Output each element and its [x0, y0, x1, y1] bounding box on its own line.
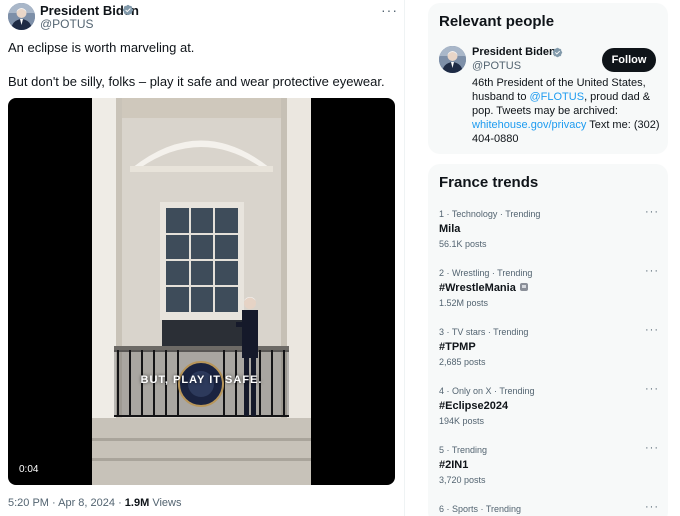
trend-posts: 2,685 posts: [439, 357, 486, 367]
more-icon[interactable]: ···: [645, 206, 659, 218]
person-name[interactable]: President Biden: [472, 46, 556, 58]
follow-button[interactable]: Follow: [602, 48, 656, 72]
tweet: President Biden @POTUS ··· An eclipse is…: [0, 0, 405, 516]
trend-name: #TPMP: [439, 341, 476, 353]
tweet-views-count: 1.9M: [124, 497, 150, 509]
relevant-people-title: Relevant people: [439, 13, 555, 30]
trend-name: Mila: [439, 223, 461, 235]
more-icon[interactable]: ···: [645, 442, 659, 454]
trend-posts: 56.1K posts: [439, 239, 487, 249]
trend-context: 4 · Only on X · Trending: [439, 386, 535, 396]
video-frame: [92, 98, 311, 485]
person-bio: 46th President of the United States, hus…: [472, 76, 662, 146]
trend-posts: 3,720 posts: [439, 475, 486, 485]
more-icon[interactable]: ···: [381, 2, 398, 18]
bio-privacy-link[interactable]: whitehouse.gov/privacy: [472, 119, 586, 131]
more-icon[interactable]: ···: [645, 265, 659, 277]
trend-item[interactable]: 1 · Technology · Trending Mila 56.1K pos…: [439, 206, 659, 249]
video-caption: BUT, PLAY IT SAFE.: [140, 374, 263, 386]
tweet-meta: 5:20 PM · Apr 8, 2024 · 1.9M Views: [8, 497, 181, 509]
trend-item[interactable]: 6 · Sports · Trending ···: [439, 501, 659, 514]
trend-name: #2IN1: [439, 459, 469, 471]
tweet-timestamp[interactable]: 5:20 PM · Apr 8, 2024 ·: [8, 497, 125, 509]
person-handle[interactable]: @POTUS: [472, 60, 521, 72]
more-icon[interactable]: ···: [645, 501, 659, 513]
trend-item[interactable]: 3 · TV stars · Trending #TPMP 2,685 post…: [439, 324, 659, 367]
trends-card: France trends 1 · Technology · Trending …: [428, 164, 668, 516]
tweet-text-line2: But don't be silly, folks – play it safe…: [8, 74, 385, 89]
trend-context: 5 · Trending: [439, 445, 488, 455]
trend-name: #Eclipse2024: [439, 400, 509, 412]
trend-item[interactable]: 4 · Only on X · Trending #Eclipse2024 19…: [439, 383, 659, 426]
video-duration: 0:04: [19, 464, 39, 475]
trend-posts: 1.52M posts: [439, 298, 489, 308]
trend-item[interactable]: 2 · Wrestling · Trending #WrestleMania 1…: [439, 265, 659, 308]
author-avatar[interactable]: [8, 3, 35, 30]
trend-context: 3 · TV stars · Trending: [439, 327, 529, 337]
verified-badge-icon: [552, 47, 563, 58]
trend-item[interactable]: 5 · Trending #2IN1 3,720 posts ···: [439, 442, 659, 485]
bio-mention-link[interactable]: @FLOTUS: [530, 91, 585, 103]
author-handle[interactable]: @POTUS: [40, 17, 94, 31]
wrestlemania-emoji-icon: [519, 283, 528, 291]
tweet-video[interactable]: BUT, PLAY IT SAFE. 0:04: [8, 98, 395, 485]
tweet-views-label: Views: [149, 497, 182, 509]
trend-name-text: #WrestleMania: [439, 282, 516, 294]
more-icon[interactable]: ···: [645, 324, 659, 336]
trend-context: 2 · Wrestling · Trending: [439, 268, 533, 278]
trend-context: 6 · Sports · Trending: [439, 504, 522, 514]
trend-name: #WrestleMania: [439, 282, 659, 294]
trend-context: 1 · Technology · Trending: [439, 209, 541, 219]
verified-badge-icon: [122, 4, 134, 16]
tweet-text-line1: An eclipse is worth marveling at.: [8, 40, 195, 55]
more-icon[interactable]: ···: [645, 383, 659, 395]
trend-posts: 194K posts: [439, 416, 485, 426]
person-avatar[interactable]: [439, 46, 466, 73]
trends-title: France trends: [439, 174, 539, 191]
relevant-people-card: Relevant people President Biden @POTUS F…: [428, 3, 668, 154]
